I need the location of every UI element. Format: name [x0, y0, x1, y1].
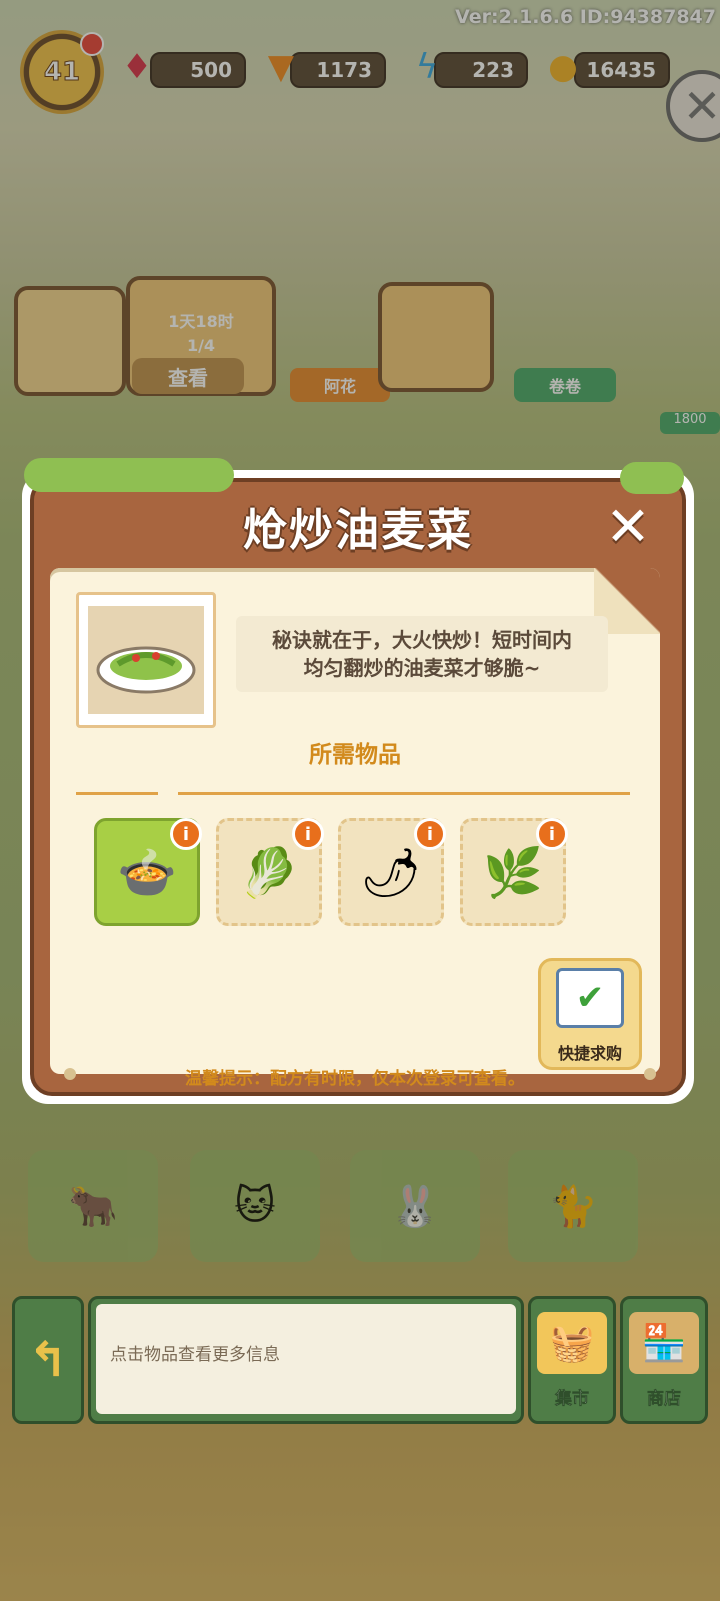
- modal-close-icon[interactable]: ✕: [600, 495, 656, 558]
- market-label: 集市: [555, 1389, 590, 1410]
- tip-text: 温馨提示：配方有时限，仅本次登录可查看。: [185, 1069, 525, 1089]
- quick-buy-label: 快捷求购: [557, 1044, 622, 1063]
- required-items-title: 所需物品: [309, 742, 401, 768]
- decor-dot: [644, 1068, 656, 1080]
- info-icon[interactable]: i: [536, 818, 568, 850]
- info-icon[interactable]: i: [292, 818, 324, 850]
- chili-icon: 🌶: [360, 844, 422, 901]
- grass-decoration: [620, 462, 684, 494]
- info-icon[interactable]: i: [170, 818, 202, 850]
- divider: [76, 792, 158, 795]
- shop-label: 商店: [647, 1389, 682, 1410]
- stir-fried-lettuce-icon: [96, 646, 196, 694]
- decor-dot: [64, 1068, 76, 1080]
- lettuce-icon: 🥬: [239, 844, 299, 901]
- divider: [178, 792, 630, 795]
- info-icon[interactable]: i: [414, 818, 446, 850]
- recipe-title: 炝炒油麦菜: [243, 505, 473, 556]
- grass-decoration: [24, 458, 234, 492]
- back-arrow-button[interactable]: ↰: [12, 1296, 84, 1424]
- recipe-description: 秘诀就在于，大火快炒！短时间内 均匀翻炒的油麦菜才够脆~: [236, 626, 608, 682]
- description-line-2: 均匀翻炒的油麦菜才够脆~: [303, 656, 541, 680]
- dish-image: [88, 606, 204, 714]
- hint-text: 点击物品查看更多信息: [110, 1345, 280, 1365]
- hot-pot-icon: 🍲: [117, 844, 177, 901]
- shop-icon: 🏪: [629, 1312, 699, 1374]
- description-line-1: 秘诀就在于，大火快炒！短时间内: [272, 628, 572, 652]
- checkmark-board-icon: ✔: [556, 968, 624, 1028]
- market-stall-icon: 🧺: [537, 1312, 607, 1374]
- peppercorn-icon: 🌿: [483, 844, 543, 901]
